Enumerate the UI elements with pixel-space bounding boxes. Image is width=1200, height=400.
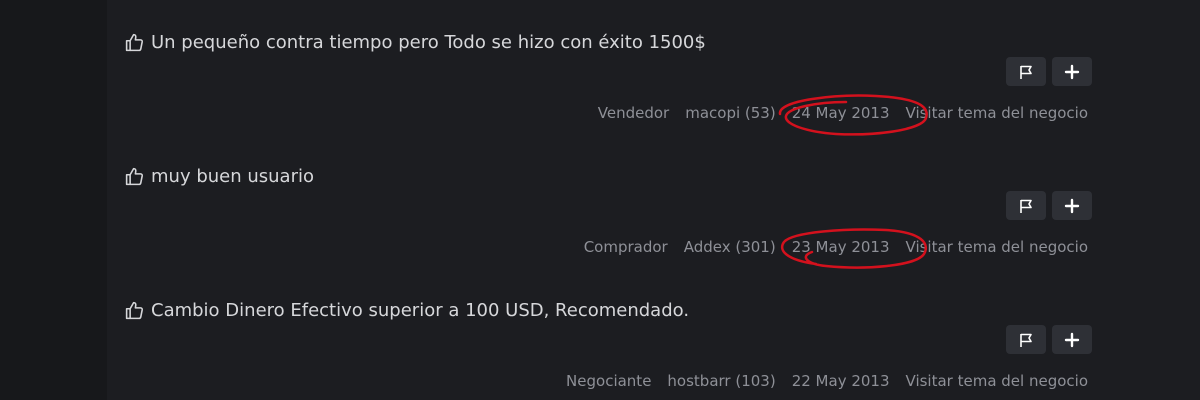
feedback-user-link[interactable]: Addex (301) (684, 238, 776, 256)
feedback-user-link[interactable]: macopi (53) (685, 104, 775, 122)
add-button[interactable] (1052, 57, 1092, 86)
flag-icon (1020, 65, 1032, 79)
report-button[interactable] (1006, 325, 1046, 354)
feedback-comment-text: muy buen usuario (151, 166, 314, 187)
plus-icon (1064, 64, 1080, 79)
feedback-user-link[interactable]: hostbarr (103) (667, 372, 775, 390)
thumbs-up-icon (124, 32, 145, 53)
feedback-actions (1006, 57, 1092, 86)
plus-icon (1064, 332, 1080, 347)
feedback-date: 22 May 2013 (791, 372, 890, 390)
feedback-actions (1006, 191, 1092, 220)
thumbs-up-icon (124, 300, 145, 321)
feedback-date: 24 May 2013 (791, 104, 890, 122)
feedback-role: Comprador (583, 238, 668, 256)
feedback-date-wrap: 24 May 2013 (778, 94, 928, 136)
feedback-item: Un pequeño contra tiempo pero Todo se hi… (107, 0, 1200, 136)
feedback-comment-text: Un pequeño contra tiempo pero Todo se hi… (151, 32, 706, 53)
feedback-date-wrap: 22 May 2013 (792, 372, 890, 390)
visit-thread-link[interactable]: Visitar tema del negocio (906, 238, 1088, 256)
report-button[interactable] (1006, 191, 1046, 220)
add-button[interactable] (1052, 325, 1092, 354)
feedback-meta: Comprador Addex (301) 23 May 2013 Visita… (583, 228, 1088, 269)
feedback-meta: Negociante hostbarr (103) 22 May 2013 Vi… (566, 372, 1088, 390)
feedback-role: Vendedor (597, 104, 670, 122)
feedback-comment-text: Cambio Dinero Efectivo superior a 100 US… (151, 300, 690, 321)
plus-icon (1064, 198, 1080, 213)
feedback-role: Negociante (566, 372, 652, 390)
visit-thread-link[interactable]: Visitar tema del negocio (906, 372, 1088, 390)
left-sidebar (0, 0, 107, 400)
feedback-date-wrap: 23 May 2013 (780, 228, 927, 269)
feedback-date: 23 May 2013 (791, 238, 890, 256)
feedback-comment: muy buen usuario (124, 166, 314, 187)
feedback-item: Cambio Dinero Efectivo superior a 100 US… (107, 268, 1200, 400)
feedback-list: Un pequeño contra tiempo pero Todo se hi… (107, 0, 1200, 400)
report-button[interactable] (1006, 57, 1046, 86)
feedback-item: muy buen usuario Comprador Addex (301) 2… (107, 134, 1200, 269)
visit-thread-link[interactable]: Visitar tema del negocio (906, 104, 1088, 122)
feedback-comment: Un pequeño contra tiempo pero Todo se hi… (124, 32, 706, 53)
feedback-meta: Vendedor macopi (53) 24 May 2013 Visitar… (597, 94, 1088, 136)
feedback-comment: Cambio Dinero Efectivo superior a 100 US… (124, 300, 689, 321)
add-button[interactable] (1052, 191, 1092, 220)
flag-icon (1020, 333, 1032, 347)
page: Un pequeño contra tiempo pero Todo se hi… (0, 0, 1200, 400)
feedback-actions (1006, 325, 1092, 354)
thumbs-up-icon (124, 166, 145, 187)
flag-icon (1020, 199, 1032, 213)
